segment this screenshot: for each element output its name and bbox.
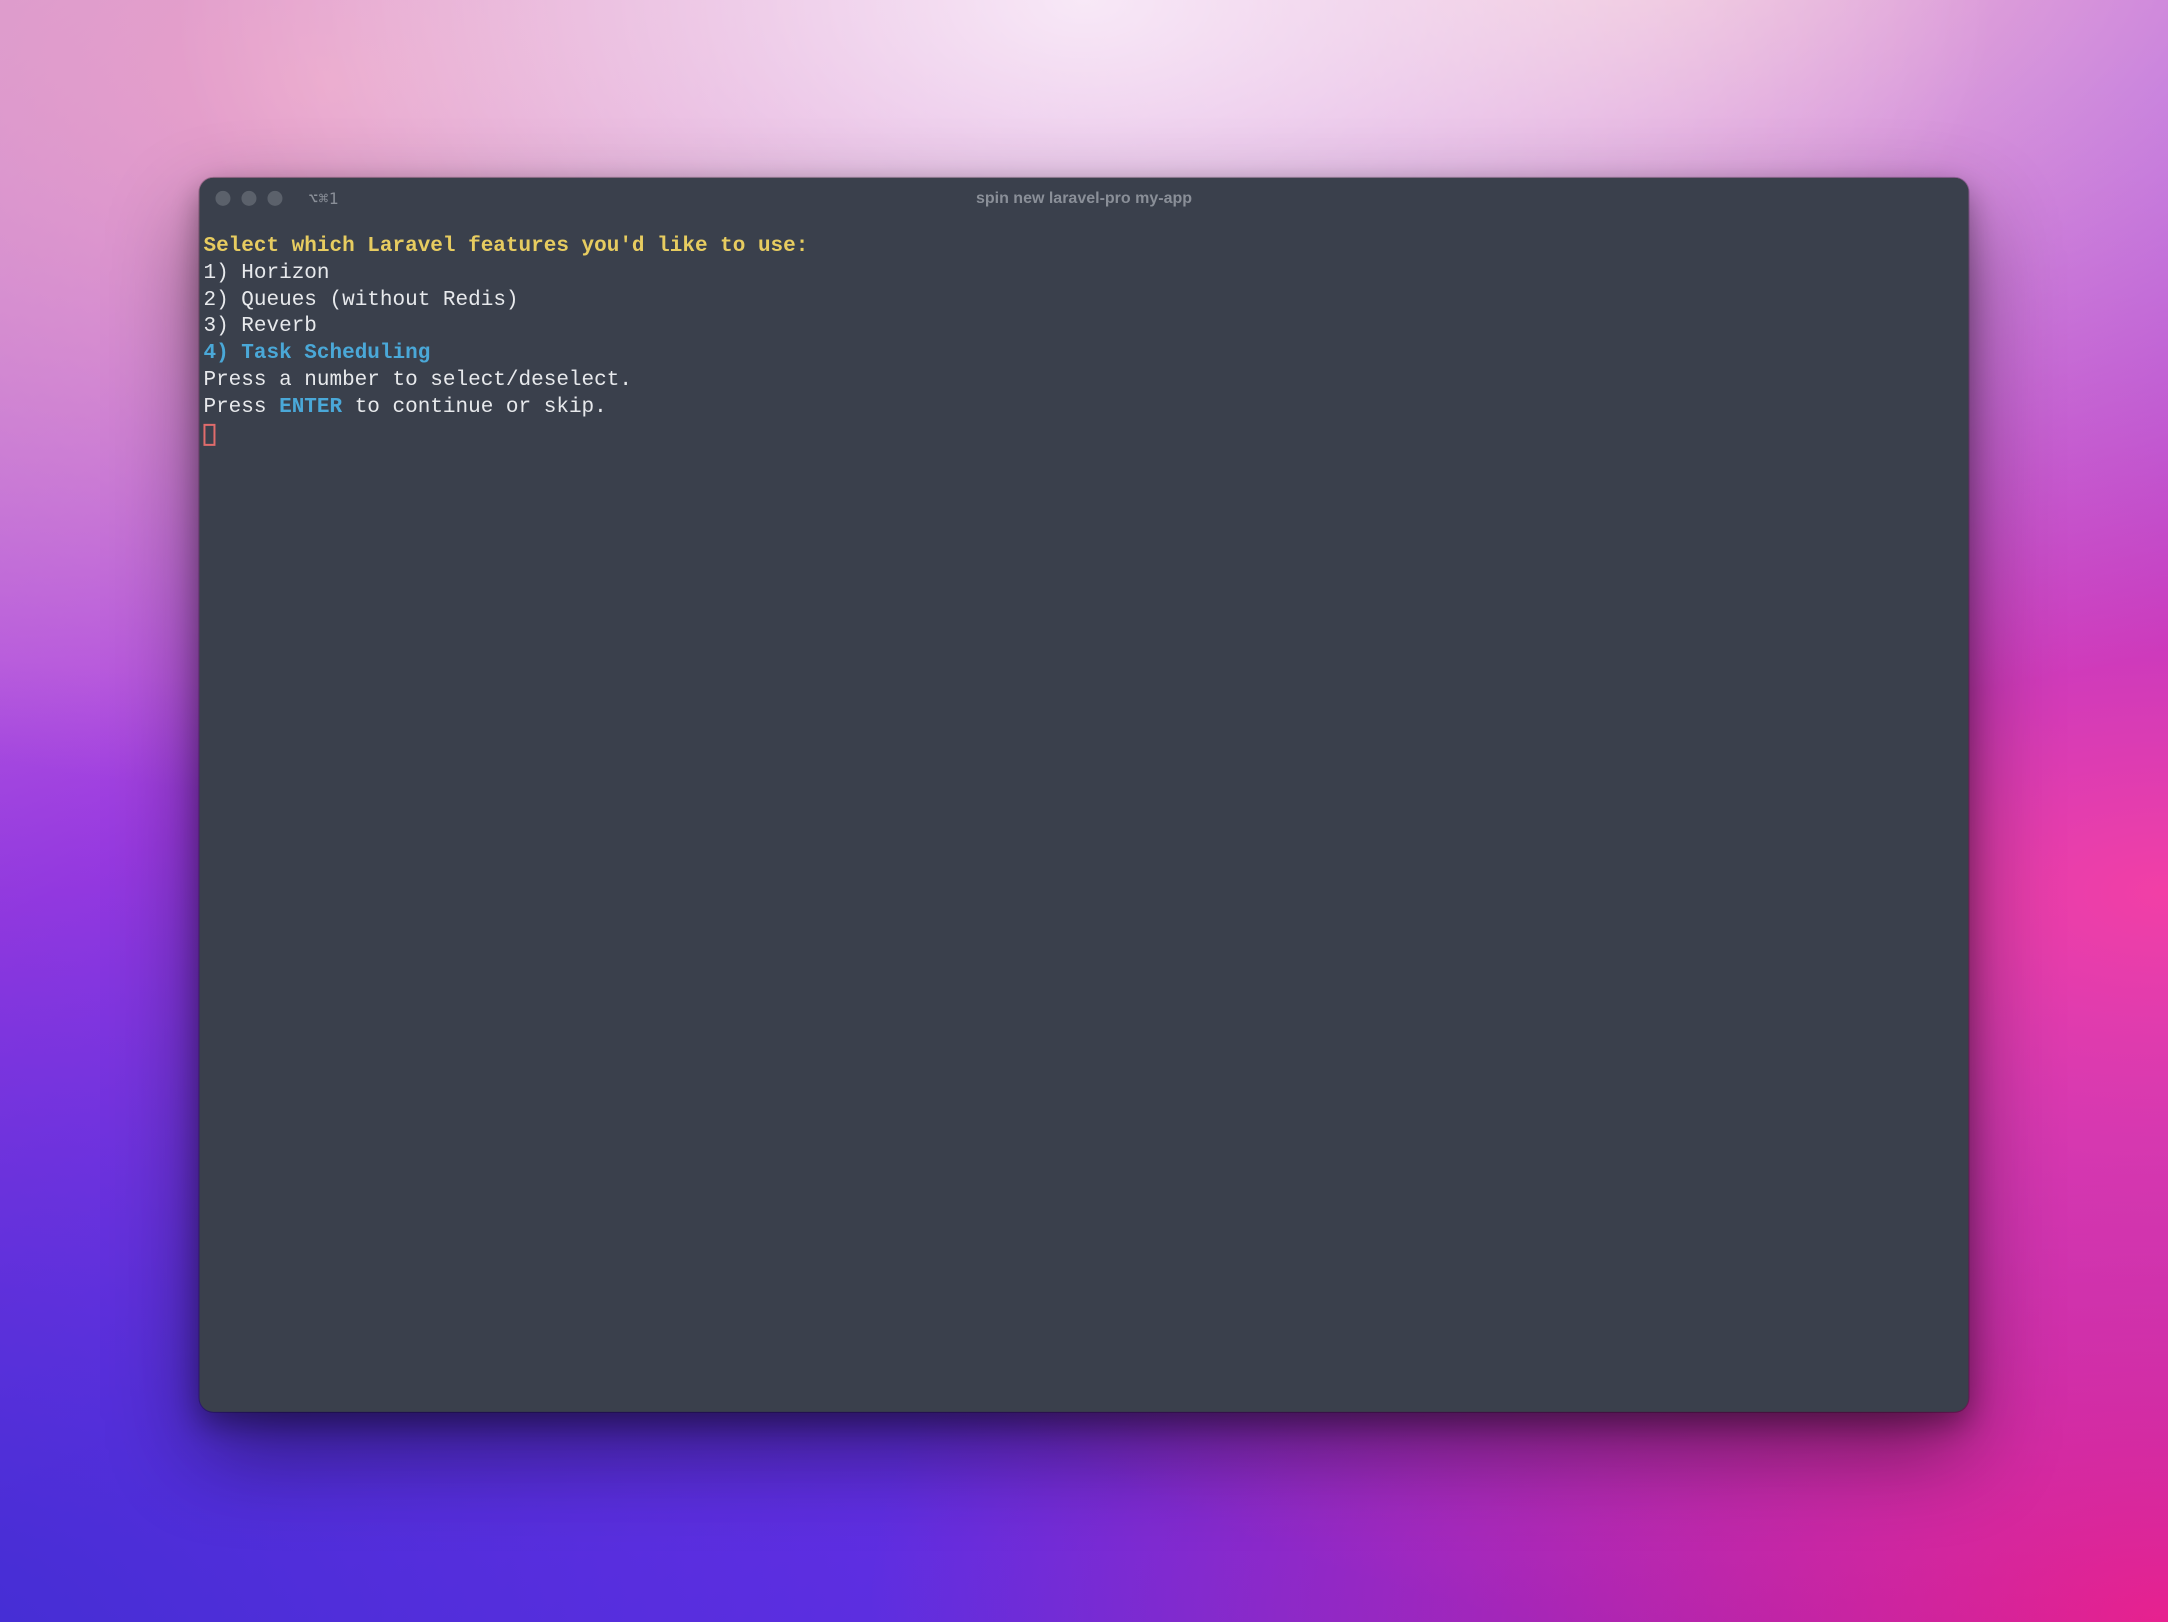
minimize-icon[interactable] <box>241 191 256 206</box>
terminal-window: ⌥⌘1 spin new laravel-pro my-app Select w… <box>199 178 1968 1412</box>
option-index: 2) <box>203 288 228 311</box>
option-index: 3) <box>203 315 228 338</box>
instruction-line: Press a number to select/deselect. <box>203 368 1964 395</box>
traffic-lights <box>215 191 282 206</box>
option-label: Reverb <box>241 315 317 338</box>
option-row: 1) Horizon <box>203 261 1964 288</box>
close-icon[interactable] <box>215 191 230 206</box>
option-row: 3) Reverb <box>203 314 1964 341</box>
option-index: 1) <box>203 262 228 285</box>
prompt-heading: Select which Laravel features you'd like… <box>203 234 1964 261</box>
option-index: 4) <box>203 342 228 365</box>
cursor-icon <box>203 424 215 446</box>
tab-shortcut-label: ⌥⌘1 <box>308 189 338 208</box>
option-row: 2) Queues (without Redis) <box>203 287 1964 314</box>
option-label: Queues (without Redis) <box>241 288 518 311</box>
option-row-selected: 4) Task Scheduling <box>203 341 1964 368</box>
option-label: Horizon <box>241 262 329 285</box>
instruction-text: to continue or skip. <box>342 396 607 419</box>
window-title: spin new laravel-pro my-app <box>199 190 1968 208</box>
instruction-line: Press ENTER to continue or skip. <box>203 395 1964 422</box>
window-titlebar[interactable]: ⌥⌘1 spin new laravel-pro my-app <box>199 178 1968 220</box>
instruction-text: Press <box>203 396 279 419</box>
terminal-output[interactable]: Select which Laravel features you'd like… <box>199 220 1968 1412</box>
cursor-line <box>203 422 1964 449</box>
zoom-icon[interactable] <box>267 191 282 206</box>
option-label: Task Scheduling <box>241 342 430 365</box>
enter-key-label: ENTER <box>279 396 342 419</box>
